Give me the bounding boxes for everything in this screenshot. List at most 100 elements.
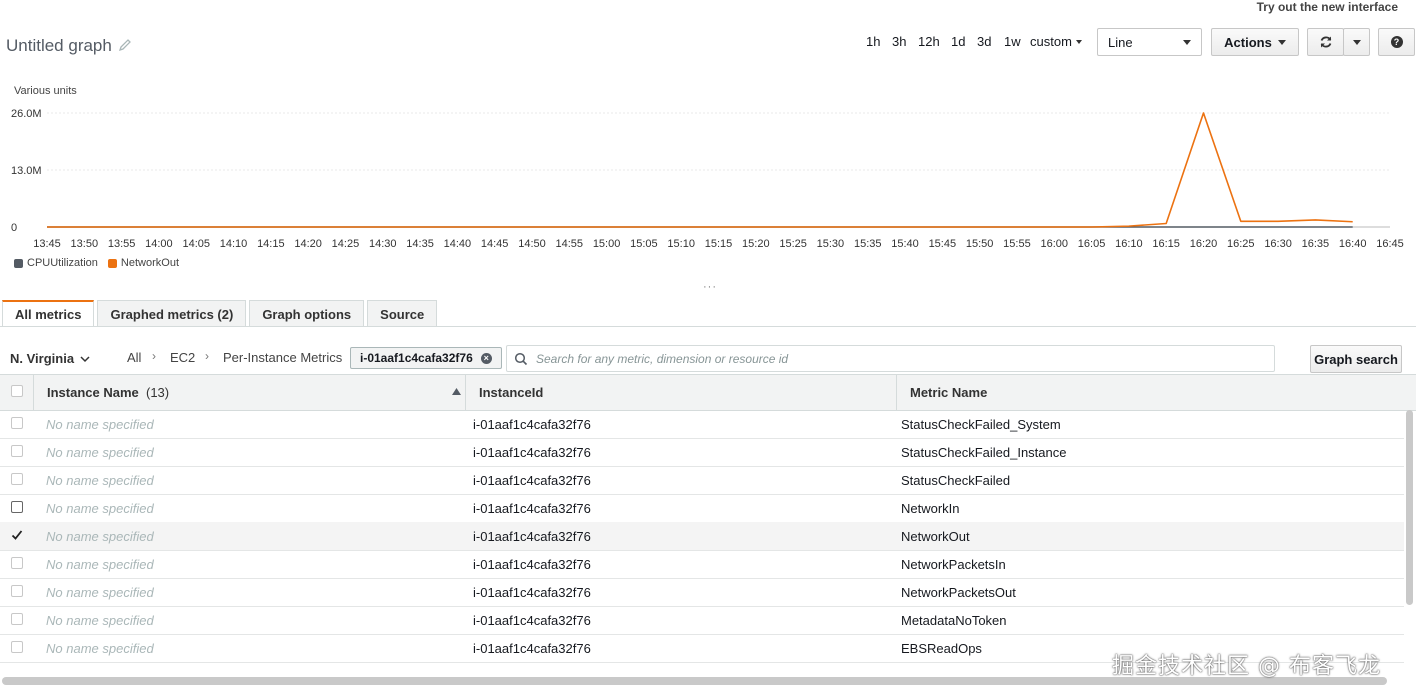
row-checkbox-checked[interactable] [11, 529, 23, 541]
search-field[interactable] [506, 345, 1275, 372]
legend-item-cpu[interactable]: CPUUtilization [14, 257, 98, 269]
row-checkbox[interactable] [11, 445, 23, 457]
view-type-select[interactable]: Line [1097, 28, 1202, 56]
instance-id[interactable]: i-01aaf1c4cafa32f76 [473, 557, 591, 572]
instance-id[interactable]: i-01aaf1c4cafa32f76 [473, 445, 591, 460]
instance-id[interactable]: i-01aaf1c4cafa32f76 [473, 501, 591, 516]
resize-handle[interactable]: ··· [703, 281, 717, 293]
instance-id[interactable]: i-01aaf1c4cafa32f76 [473, 473, 591, 488]
column-header-metric-name[interactable]: Metric Name [910, 385, 987, 400]
x-tick-label: 14:15 [257, 238, 285, 250]
remove-token-icon[interactable]: × [480, 352, 492, 364]
table-row[interactable]: No name specified i-01aaf1c4cafa32f76 Me… [0, 606, 1404, 635]
range-1d[interactable]: 1d [951, 34, 965, 49]
instance-id[interactable]: i-01aaf1c4cafa32f76 [473, 613, 591, 628]
range-12h[interactable]: 12h [918, 34, 940, 49]
table-row[interactable]: No name specified i-01aaf1c4cafa32f76 St… [0, 438, 1404, 467]
x-tick-label: 16:35 [1302, 238, 1330, 250]
x-tick-label: 15:40 [891, 238, 919, 250]
actions-button[interactable]: Actions [1211, 28, 1299, 56]
x-tick-label: 14:05 [182, 238, 210, 250]
x-tick-label: 14:25 [332, 238, 360, 250]
tab-graph-options[interactable]: Graph options [249, 300, 365, 327]
table-row[interactable]: No name specified i-01aaf1c4cafa32f76 Ne… [0, 550, 1404, 579]
actions-label: Actions [1224, 34, 1272, 50]
table-row[interactable]: No name specified i-01aaf1c4cafa32f76 St… [0, 466, 1404, 495]
vertical-scrollbar[interactable] [1406, 410, 1413, 605]
instance-name: No name specified [46, 613, 154, 628]
metric-name[interactable]: NetworkOut [901, 529, 970, 544]
row-checkbox[interactable] [11, 473, 23, 485]
metric-name[interactable]: StatusCheckFailed_System [901, 417, 1061, 432]
range-3d[interactable]: 3d [977, 34, 991, 49]
row-checkbox[interactable] [11, 557, 23, 569]
table-row[interactable]: No name specified i-01aaf1c4cafa32f76 Ne… [0, 578, 1404, 607]
try-new-interface-link[interactable]: Try out the new interface [1257, 0, 1398, 14]
column-header-instance-name[interactable]: Instance Name (13) [47, 385, 169, 400]
metric-name[interactable]: NetworkIn [901, 501, 960, 516]
metric-name[interactable]: StatusCheckFailed_Instance [901, 445, 1066, 460]
help-button[interactable]: ? [1378, 28, 1415, 56]
column-divider [33, 375, 34, 410]
search-token: i-01aaf1c4cafa32f76 × [350, 347, 502, 369]
x-tick-label: 13:50 [71, 238, 99, 250]
graph-search-button[interactable]: Graph search [1310, 345, 1402, 373]
instance-id[interactable]: i-01aaf1c4cafa32f76 [473, 585, 591, 600]
column-divider [465, 375, 466, 410]
x-tick-label: 16:20 [1190, 238, 1218, 250]
breadcrumb-all[interactable]: All [127, 350, 141, 365]
y-tick-label: 26.0M [11, 108, 42, 120]
select-all-checkbox[interactable] [11, 385, 23, 397]
refresh-button[interactable] [1307, 28, 1344, 56]
row-checkbox[interactable] [11, 417, 23, 429]
x-tick-label: 14:50 [518, 238, 546, 250]
instance-id[interactable]: i-01aaf1c4cafa32f76 [473, 417, 591, 432]
table-row[interactable]: No name specified i-01aaf1c4cafa32f76 St… [0, 410, 1404, 439]
x-tick-label: 15:50 [966, 238, 994, 250]
table-row-selected[interactable]: No name specified i-01aaf1c4cafa32f76 Ne… [0, 522, 1404, 551]
row-checkbox[interactable] [11, 613, 23, 625]
legend-item-networkout[interactable]: NetworkOut [107, 257, 179, 269]
chevron-down-icon [1277, 39, 1286, 45]
checkmark-icon [11, 530, 23, 540]
search-input[interactable] [534, 350, 1274, 367]
region-selector[interactable]: N. Virginia [10, 351, 90, 366]
instance-id[interactable]: i-01aaf1c4cafa32f76 [473, 529, 591, 544]
range-1w[interactable]: 1w [1004, 34, 1021, 49]
instance-count: (13) [146, 385, 170, 400]
table-row[interactable]: No name specified i-01aaf1c4cafa32f76 Ne… [0, 494, 1404, 523]
sort-ascending-icon[interactable] [452, 388, 461, 395]
x-tick-label: 15:25 [779, 238, 807, 250]
tab-graphed-metrics[interactable]: Graphed metrics (2) [97, 300, 247, 327]
tab-source[interactable]: Source [367, 300, 438, 327]
metrics-chart: Various units 26.0M 13.0M 0 13:45 13:50 13:5… [11, 85, 1404, 250]
metric-name[interactable]: NetworkPacketsIn [901, 557, 1006, 572]
row-checkbox[interactable] [11, 585, 23, 597]
x-tick-label: 16:30 [1264, 238, 1292, 250]
range-1h[interactable]: 1h [866, 34, 880, 49]
metric-name[interactable]: StatusCheckFailed [901, 473, 1010, 488]
chevron-right-icon: › [152, 349, 156, 363]
breadcrumb-ec2[interactable]: EC2 [170, 350, 195, 365]
x-tick-label: 13:45 [33, 238, 61, 250]
refresh-options-dropdown[interactable] [1343, 28, 1370, 56]
range-custom-label: custom [1030, 34, 1072, 49]
y-axis-label: Various units [14, 85, 77, 97]
range-custom[interactable]: custom [1030, 34, 1082, 49]
column-header-instanceid[interactable]: InstanceId [479, 385, 543, 400]
metric-name[interactable]: EBSReadOps [901, 641, 982, 656]
breadcrumb-per-instance[interactable]: Per-Instance Metrics [223, 350, 342, 365]
tab-all-metrics[interactable]: All metrics [2, 300, 95, 327]
instance-name: No name specified [46, 501, 154, 516]
edit-pencil-icon[interactable] [118, 38, 132, 52]
metric-name[interactable]: NetworkPacketsOut [901, 585, 1016, 600]
graph-title[interactable]: Untitled graph [6, 36, 112, 56]
chart-legend: CPUUtilization NetworkOut [14, 257, 179, 269]
instance-name: No name specified [46, 585, 154, 600]
metric-name[interactable]: MetadataNoToken [901, 613, 1007, 628]
row-checkbox[interactable] [11, 501, 23, 513]
instance-id[interactable]: i-01aaf1c4cafa32f76 [473, 641, 591, 656]
row-checkbox[interactable] [11, 641, 23, 653]
x-tick-label: 15:00 [593, 238, 621, 250]
range-3h[interactable]: 3h [892, 34, 906, 49]
